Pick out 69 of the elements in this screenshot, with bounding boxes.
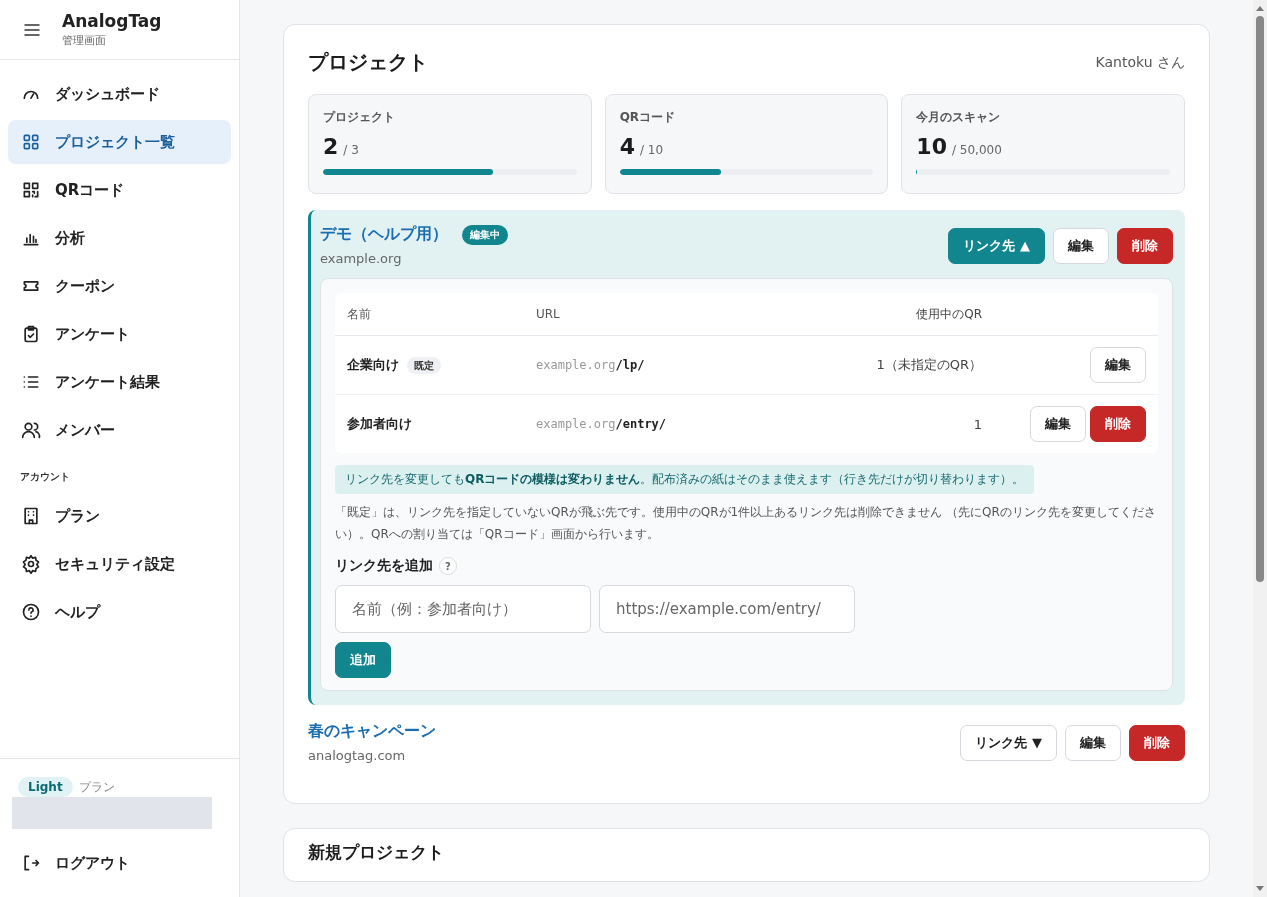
plan-label: プラン [78,778,115,796]
stat-value: 10 [916,134,947,159]
info-notice: リンク先を変更してもQRコードの模様は変わりません。配布済みの紙はそのまま使えます（行き先だけが切り替わります）。 [335,465,1035,494]
link-url: example.org/lp/ [524,335,780,395]
stat-label: QRコード [619,109,677,126]
help-text: 「既定」は、リンク先を指定していないQRが飛ぶ先です。使用中のQRが1件以上あるリンク先は削除できません （先にQRのリンク先を変更してください）。QRへの割り当ては「QRコード」画面から行います。 [335,504,1157,543]
plan-badge: Light [18,777,73,797]
page-title: プロジェクト [308,49,428,76]
nav-item[interactable]: クーポン [8,264,231,308]
edit-button[interactable]: 編集 [1065,725,1121,762]
project-name[interactable]: デモ（ヘルプ用） [320,224,448,245]
column-header: 名前 [335,293,524,336]
url-field[interactable]: https://example.com/entry/ [599,585,855,634]
column-header: 使用中のQR [779,293,994,336]
logout-button[interactable]: ログアウト [12,841,227,885]
links-button[interactable]: リンク先 ▼ [960,725,1057,762]
qr-count: 1 [779,394,994,453]
building-icon [21,506,41,526]
name-field[interactable]: 名前（例：参加者向け） [335,585,591,634]
edit-button[interactable]: 編集 [1053,228,1109,264]
card-title: 新規プロジェクト [308,841,445,865]
stat-label: プロジェクト [323,109,396,126]
scrollbar[interactable] [1253,0,1267,897]
project-domain: example.org [320,251,403,266]
nav-item[interactable]: アンケート [8,312,231,356]
section-label: アカウント [19,470,71,484]
help-badge[interactable]: ? [439,557,457,576]
nav-item[interactable]: セキュリティ設定 [8,542,231,586]
settings-icon [21,554,41,574]
nav-item[interactable]: QRコード [8,168,231,212]
stat-label: 今月のスキャン [916,109,1002,126]
delete-button[interactable]: 削除 [1129,725,1185,762]
delete-button[interactable]: 削除 [1117,228,1173,264]
nav-item[interactable]: プラン [8,494,231,538]
status-badge: 編集中 [462,224,508,245]
user-name: Kantoku さん [1095,53,1185,72]
app-subtitle: 管理画面 [62,33,107,48]
nav-item[interactable]: 分析 [8,216,231,260]
nav-item[interactable]: ヘルプ [8,590,231,634]
logout-icon [21,853,41,873]
app-brand: AnalogTag [62,11,162,31]
nav-item[interactable]: アンケート結果 [8,360,231,404]
nav-item[interactable]: プロジェクト一覧 [8,120,231,164]
edit-button[interactable]: 編集 [1030,406,1086,442]
column-header: URL [524,293,780,336]
add-button[interactable]: 追加 [335,642,391,679]
link-name: 参加者向け [347,416,412,431]
default-tag: 既定 [407,357,441,374]
section-title: リンク先を追加 [335,557,433,576]
delete-button[interactable]: 削除 [1090,406,1146,442]
qr-count: 1（未指定のQR） [779,335,994,395]
stat-value: 2 [323,134,339,159]
project-name[interactable]: 春のキャンペーン [308,721,436,743]
stat-value: 4 [619,134,635,159]
qr-code-icon [21,180,41,200]
link-url: example.org/entry/ [524,394,780,453]
grid-icon [21,132,41,152]
nav-item[interactable]: ダッシュボード [8,72,231,116]
help-icon [21,602,41,622]
project-domain: analogtag.com [308,748,407,764]
clipboard-icon [21,324,41,344]
link-name: 企業向け [347,357,399,372]
nav-item[interactable]: メンバー [8,408,231,452]
links-button[interactable]: リンク先 ▲ [948,228,1045,264]
stat-limit: / 50,000 [951,143,1002,157]
stat-limit: / 10 [639,143,664,157]
edit-button[interactable]: 編集 [1090,347,1146,383]
stat-limit: / 3 [343,143,359,157]
users-icon [21,420,41,440]
